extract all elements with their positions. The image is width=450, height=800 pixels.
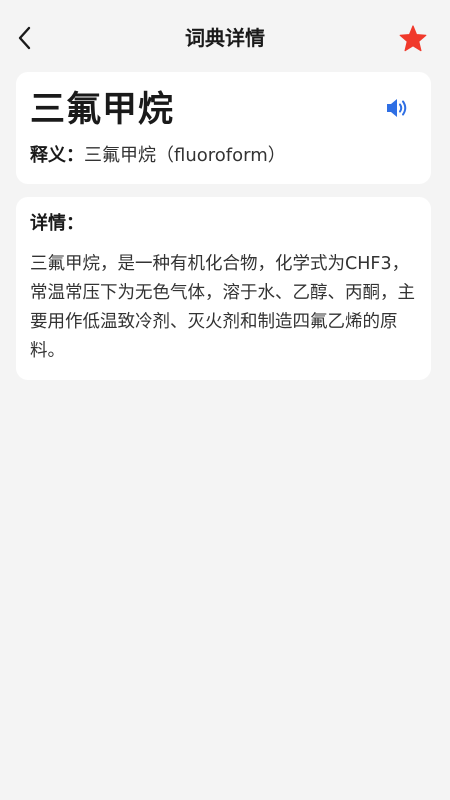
- word-card: 三氟甲烷 释义：三氟甲烷（fluoroform）: [16, 72, 431, 184]
- speaker-volume-icon: [387, 99, 407, 117]
- details-text: 三氟甲烷，是一种有机化合物，化学式为CHF3，常温常压下为无色气体，溶于水、乙醇…: [30, 254, 415, 361]
- favorite-button[interactable]: [398, 23, 428, 53]
- meaning-row: 释义：三氟甲烷（fluoroform）: [30, 144, 286, 168]
- top-bar: 词典详情: [0, 0, 450, 76]
- word-title: 三氟甲烷: [30, 90, 175, 130]
- page-title: 词典详情: [185, 26, 265, 50]
- details-label: 详情：: [30, 213, 84, 234]
- details-card: 详情： 三氟甲烷，是一种有机化合物，化学式为CHF3，常温常压下为无色气体，溶于…: [16, 197, 431, 380]
- meaning-text: 三氟甲烷（fluoroform）: [84, 145, 286, 166]
- star-filled-icon: [399, 24, 427, 51]
- meaning-label: 释义：: [30, 145, 84, 166]
- pronounce-button[interactable]: [383, 95, 413, 121]
